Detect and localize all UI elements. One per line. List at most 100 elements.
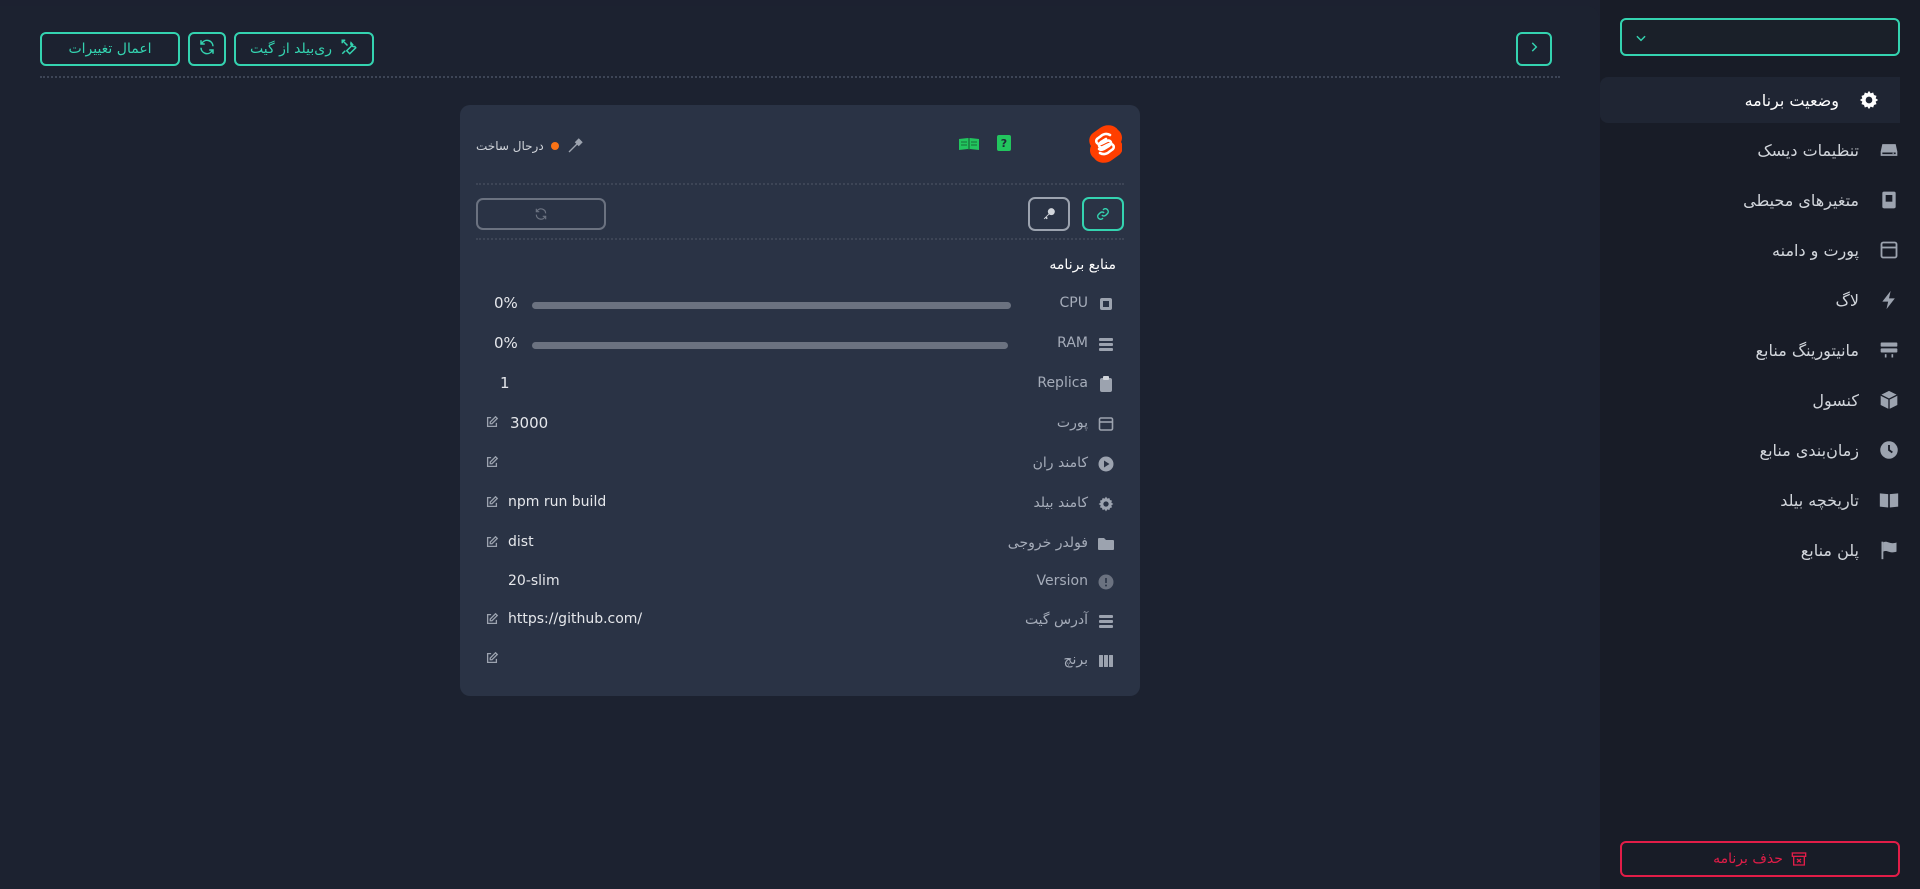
- archive-x-icon: [1791, 851, 1807, 867]
- apply-changes-label: اعمال تغییرات: [68, 41, 152, 57]
- key-button[interactable]: [1028, 197, 1070, 231]
- gear-icon: [1097, 495, 1115, 513]
- edit-port-icon[interactable]: [485, 414, 499, 428]
- sidebar-item-label: زمان‌بندی منابع: [1759, 440, 1859, 460]
- refresh-icon: [198, 38, 216, 60]
- rebuild-from-git-button[interactable]: ری‌بیلد از گیت: [234, 32, 374, 66]
- sidebar-item-build-history[interactable]: تاریخچه بیلد: [1620, 477, 1920, 523]
- server-icon: [1097, 612, 1115, 630]
- port-label: پورت: [1056, 415, 1088, 431]
- sidebar-item-label: مانیتورینگ منابع: [1755, 340, 1859, 360]
- chevron-down-icon: [1634, 30, 1648, 49]
- version-label: Version: [1036, 573, 1088, 589]
- output-folder-value: dist: [508, 534, 534, 550]
- svg-text:?: ?: [1001, 137, 1007, 150]
- sidebar-item-env-vars[interactable]: متغیرهای محیطی: [1620, 177, 1920, 223]
- sidebar-item-label: تاریخچه بیلد: [1780, 490, 1859, 510]
- svelte-logo-icon: [1088, 125, 1123, 163]
- monitor-icon: [1878, 339, 1900, 361]
- status-text: درحال ساخت: [476, 139, 544, 153]
- collapse-panel-button[interactable]: [1516, 32, 1552, 66]
- build-command-label: کامند بیلد: [1033, 495, 1088, 511]
- version-value: 20-slim: [508, 573, 560, 589]
- info-icon: [1097, 573, 1115, 591]
- ram-value: 0%: [494, 334, 518, 352]
- book-icon: [1878, 489, 1900, 511]
- apply-changes-button[interactable]: اعمال تغییرات: [40, 32, 180, 66]
- env-icon: [1878, 189, 1900, 211]
- sidebar-item-port-domain[interactable]: پورت و دامنه: [1620, 227, 1920, 273]
- app-selector-dropdown[interactable]: [1620, 18, 1900, 56]
- sidebar-item-label: پورت و دامنه: [1772, 240, 1859, 260]
- card-divider-top: [476, 183, 1124, 185]
- status-dot: [550, 142, 559, 150]
- sidebar-item-label: پلن منابع: [1800, 540, 1859, 560]
- header-divider: [40, 76, 1560, 78]
- delete-app-button[interactable]: حذف برنامه: [1620, 841, 1900, 877]
- sidebar-item-label: لاگ: [1835, 290, 1859, 310]
- sync-button[interactable]: [476, 198, 606, 230]
- clock-icon: [1878, 439, 1900, 461]
- help-icon[interactable]: ?: [997, 135, 1011, 151]
- sync-icon: [534, 207, 548, 221]
- edit-git-url-icon[interactable]: [485, 611, 499, 625]
- git-url-label: آدرس گیت: [1024, 612, 1088, 628]
- cpu-label: CPU: [1059, 295, 1088, 311]
- link-icon: [1096, 207, 1110, 221]
- sidebar-item-label: متغیرهای محیطی: [1743, 190, 1859, 210]
- cpu-progress-bar: [532, 302, 1011, 309]
- main-panel: اعمال تغییرات ری‌بیلد از گیت ?: [0, 6, 1599, 889]
- sidebar-item-label: تنظیمات دیسک: [1757, 140, 1859, 160]
- app-status-card: ? درحال ساخت منابع برنامه CPU 0% RAM 0% …: [460, 105, 1140, 696]
- edit-run-command-icon[interactable]: [485, 454, 499, 468]
- link-button[interactable]: [1082, 197, 1124, 231]
- sidebar-item-log[interactable]: لاگ: [1620, 277, 1920, 323]
- sidebar: وضعیت برنامه تنظیمات دیسک متغیرهای محیطی…: [1600, 0, 1920, 889]
- tools-icon: [340, 38, 358, 60]
- cube-icon: [1878, 389, 1900, 411]
- key-icon: [1042, 207, 1056, 221]
- git-url-value: https://github.com/: [508, 611, 643, 627]
- hammer-icon: [566, 137, 584, 155]
- sidebar-item-disk-settings[interactable]: تنظیمات دیسک: [1620, 127, 1920, 173]
- port-value: 3000: [510, 414, 549, 432]
- columns-icon: [1097, 652, 1115, 670]
- sidebar-item-monitoring[interactable]: مانیتورینگ منابع: [1620, 327, 1920, 373]
- output-folder-label: فولدر خروجی: [1007, 535, 1088, 551]
- rebuild-from-git-label: ری‌بیلد از گیت: [249, 41, 332, 57]
- branch-label: برنچ: [1063, 652, 1088, 668]
- flag-icon: [1878, 539, 1900, 561]
- resources-title: منابع برنامه: [1049, 257, 1116, 273]
- gear-icon: [1858, 89, 1880, 111]
- edit-build-command-icon[interactable]: [485, 494, 499, 508]
- window-icon: [1878, 239, 1900, 261]
- refresh-button[interactable]: [188, 32, 226, 66]
- chevron-right-icon: [1527, 40, 1541, 58]
- window-icon: [1097, 415, 1115, 433]
- delete-app-label: حذف برنامه: [1713, 851, 1783, 867]
- cpu-value: 0%: [494, 294, 518, 312]
- sidebar-item-label: کنسول: [1812, 390, 1859, 410]
- play-icon: [1097, 455, 1115, 473]
- folder-icon: [1097, 535, 1115, 553]
- build-status: درحال ساخت: [476, 137, 584, 155]
- edit-output-folder-icon[interactable]: [485, 534, 499, 548]
- sidebar-item-resource-plan[interactable]: پلن منابع: [1620, 527, 1920, 573]
- sidebar-item-app-status[interactable]: وضعیت برنامه: [1600, 77, 1900, 123]
- build-command-value: npm run build: [508, 494, 607, 510]
- sidebar-item-scheduling[interactable]: زمان‌بندی منابع: [1620, 427, 1920, 473]
- sidebar-item-console[interactable]: کنسول: [1620, 377, 1920, 423]
- clipboard-icon: [1097, 375, 1115, 393]
- ram-icon: [1097, 335, 1115, 353]
- replica-label: Replica: [1037, 375, 1088, 391]
- card-divider-bottom: [476, 238, 1124, 240]
- sidebar-item-label: وضعیت برنامه: [1744, 90, 1839, 110]
- edit-branch-icon[interactable]: [485, 650, 499, 664]
- cpu-icon: [1097, 295, 1115, 313]
- replica-value: 1: [500, 374, 510, 392]
- bolt-icon: [1878, 289, 1900, 311]
- run-command-label: کامند ران: [1032, 455, 1088, 471]
- disk-icon: [1878, 139, 1900, 161]
- docs-book-icon[interactable]: [958, 136, 980, 152]
- ram-label: RAM: [1057, 335, 1088, 351]
